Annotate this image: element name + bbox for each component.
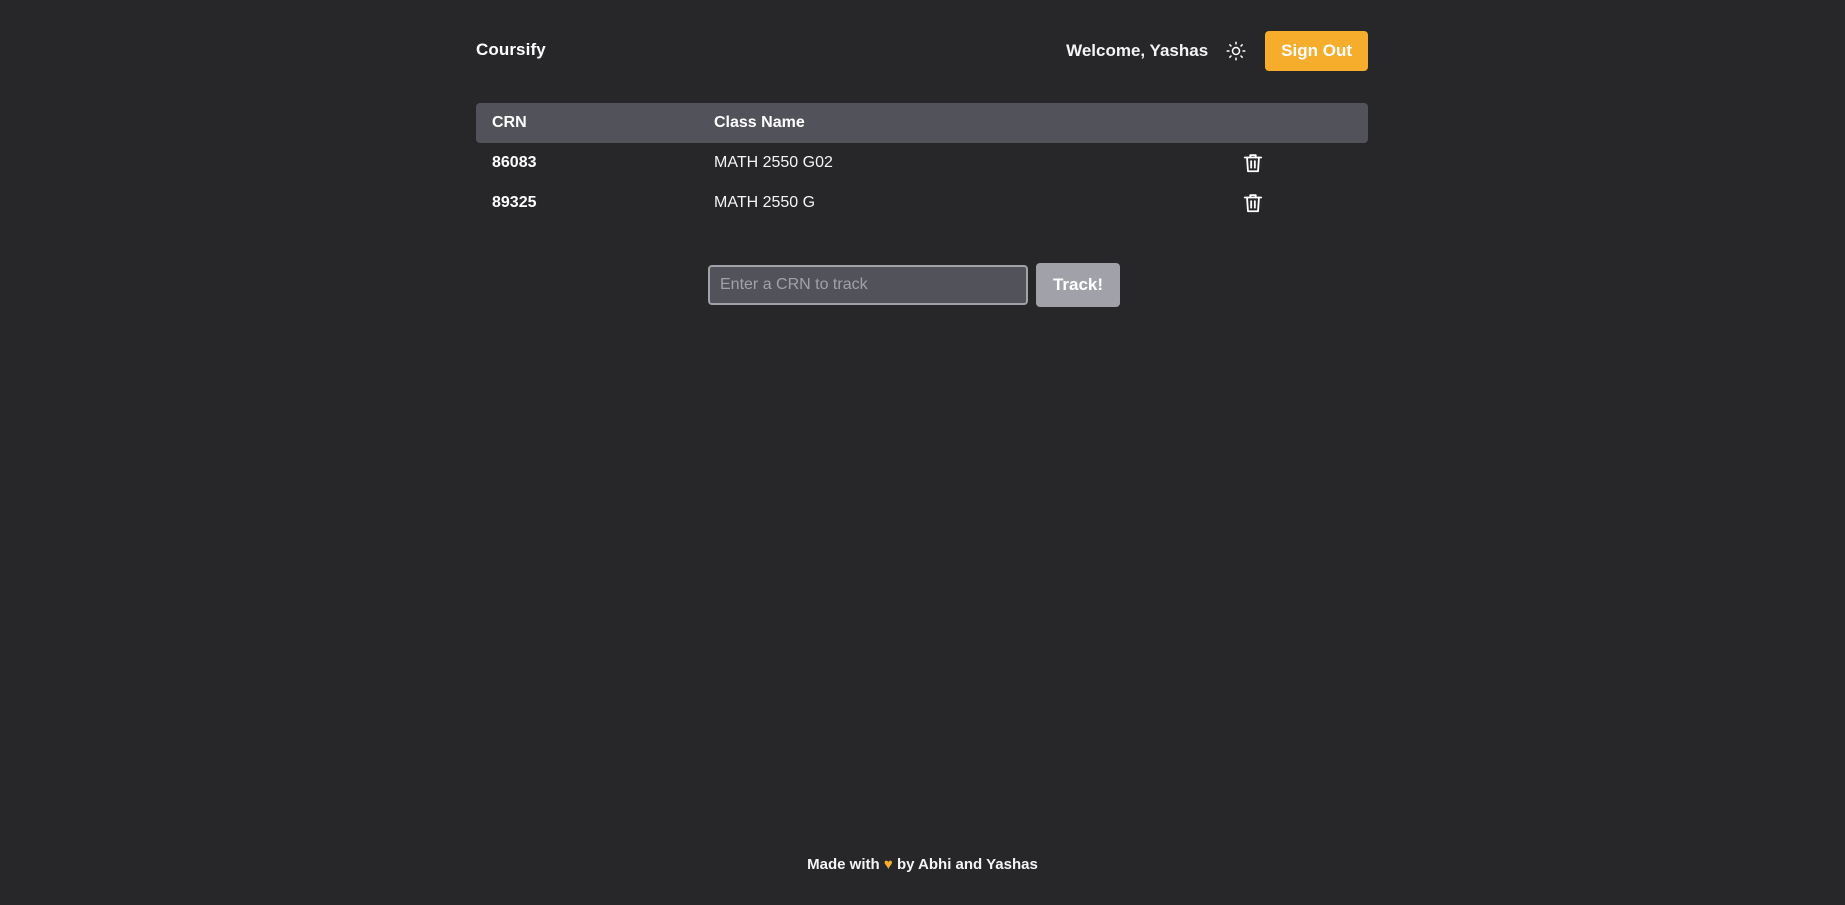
header-actions: Welcome, Yashas Sign Out bbox=[1066, 31, 1368, 71]
table-header: CRN Class Name bbox=[476, 103, 1368, 143]
table-row: 89325 MATH 2550 G bbox=[476, 183, 1368, 223]
row-crn: 86083 bbox=[492, 154, 537, 171]
sun-icon[interactable] bbox=[1224, 39, 1248, 63]
sign-out-button[interactable]: Sign Out bbox=[1265, 31, 1368, 71]
tracked-classes-table: CRN Class Name 86083 MATH 2550 G02 89325… bbox=[476, 103, 1368, 223]
trash-icon[interactable] bbox=[1242, 192, 1264, 214]
trash-icon[interactable] bbox=[1242, 152, 1264, 174]
header: Coursify Welcome, Yashas Sign Out bbox=[476, 0, 1368, 102]
footer: Made with ♥ by Abhi and Yashas bbox=[0, 856, 1845, 873]
main-container: Coursify Welcome, Yashas Sign Out CRN Cl… bbox=[476, 0, 1368, 307]
track-button[interactable]: Track! bbox=[1036, 263, 1120, 307]
heart-icon: ♥ bbox=[883, 856, 893, 873]
row-class-name: MATH 2550 G bbox=[714, 194, 816, 211]
track-form: Track! bbox=[708, 263, 1120, 307]
row-class-name: MATH 2550 G02 bbox=[714, 154, 833, 171]
brand-logo[interactable]: Coursify bbox=[476, 40, 546, 60]
welcome-text: Welcome, Yashas bbox=[1066, 41, 1209, 60]
page: Coursify Welcome, Yashas Sign Out CRN Cl… bbox=[0, 0, 1845, 905]
footer-prefix: Made with bbox=[807, 856, 880, 873]
crn-input[interactable] bbox=[708, 265, 1028, 305]
footer-suffix: by Abhi and Yashas bbox=[896, 856, 1038, 873]
row-crn: 89325 bbox=[492, 194, 537, 211]
column-header-class-name: Class Name bbox=[714, 114, 805, 131]
column-header-crn: CRN bbox=[492, 114, 527, 131]
table-row: 86083 MATH 2550 G02 bbox=[476, 143, 1368, 183]
